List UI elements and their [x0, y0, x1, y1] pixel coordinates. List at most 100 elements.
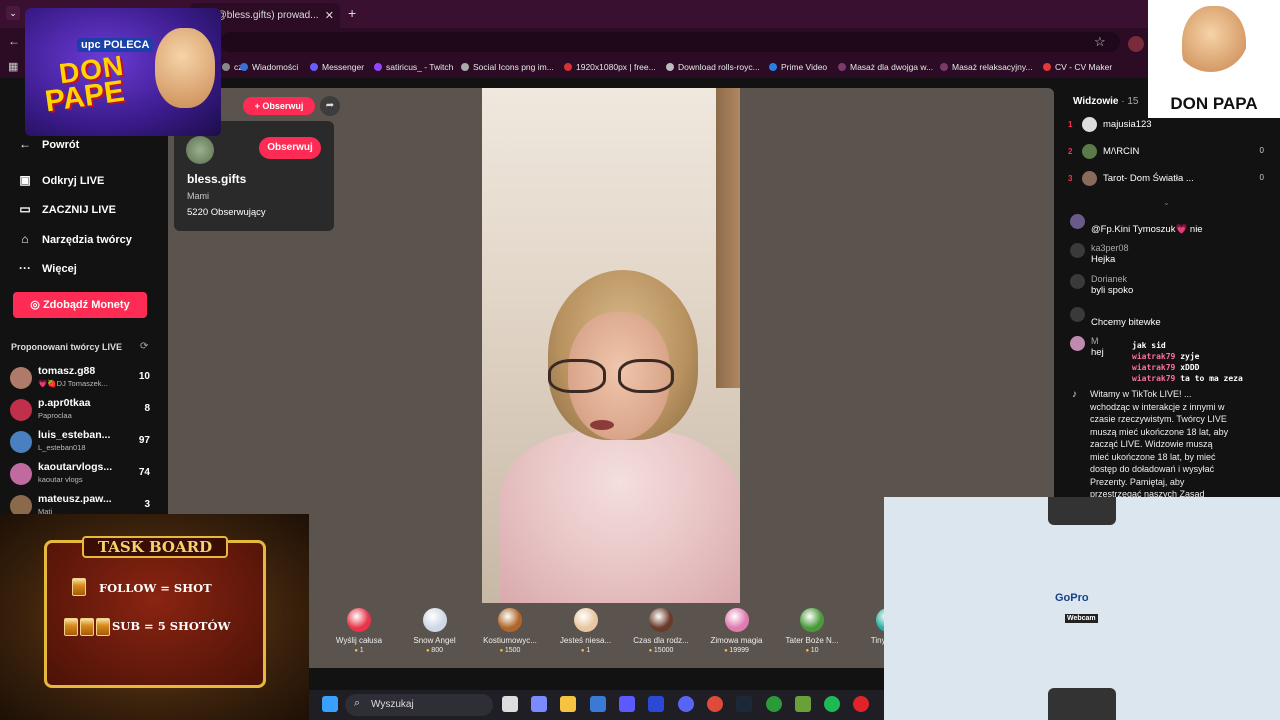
apps-grid-icon[interactable]: ▦	[8, 60, 18, 73]
tab-list-button[interactable]: ⌄	[6, 6, 20, 20]
copilot-icon[interactable]	[531, 696, 547, 712]
refresh-icon[interactable]: ⟳	[140, 341, 148, 352]
bookmark-favicon-icon	[769, 63, 777, 71]
avatar	[10, 463, 32, 485]
suggested-creator[interactable]: tomasz.g88 💗🍓DJ Tomaszek... 10	[8, 364, 158, 394]
spotify-icon[interactable]	[824, 696, 840, 712]
back-button[interactable]: ← Powrót	[16, 137, 79, 151]
bookmark-favicon-icon	[374, 63, 382, 71]
chat-text: byli spoko	[1091, 285, 1134, 296]
gift-icon	[422, 608, 447, 632]
creator-subtitle: kaoutar vlogs	[38, 475, 83, 484]
home-icon: ⌂	[21, 232, 29, 246]
gift-icon	[649, 608, 673, 632]
video-glasses-left	[548, 359, 606, 393]
sidebar-item-discover-live[interactable]: ▣ Odkryj LIVE	[16, 173, 104, 187]
coin-icon: ◎	[30, 299, 43, 311]
gift-name: Kostiumowyc...	[483, 636, 537, 645]
chat-message[interactable]: Chcemy bitewke	[1070, 307, 1270, 335]
overlay-chat-line: jak sid	[1132, 341, 1166, 350]
host-username[interactable]: bless.gifts	[187, 172, 246, 186]
viewers-header[interactable]: Widzowie · 15	[1073, 96, 1138, 107]
bookmark-item[interactable]: CV - CV Maker	[1043, 62, 1112, 72]
task-board-title: TASK BOARD	[82, 536, 228, 558]
bookmark-item[interactable]: Download rolls-royc...	[666, 62, 760, 72]
bookmark-item[interactable]: Messenger	[310, 62, 364, 72]
file-explorer-icon[interactable]	[560, 696, 576, 712]
shot-glass-icon	[72, 578, 86, 596]
profile-icon[interactable]	[1128, 36, 1144, 52]
gift-item[interactable]: Snow Angel 800	[399, 606, 471, 654]
gift-item[interactable]: Tater Boże N... 10	[776, 606, 848, 654]
chrome-icon[interactable]	[707, 696, 723, 712]
viewers-count: 15	[1127, 96, 1139, 107]
bookmark-item[interactable]: satiricus_ - Twitch	[374, 62, 453, 72]
gift-item[interactable]: Kostiumowyc... 1500	[474, 606, 546, 654]
back-arrow-icon[interactable]: ←	[8, 34, 20, 48]
sidebar-item-start-live[interactable]: ▭ ZACZNIJ LIVE	[16, 202, 116, 216]
opera-icon[interactable]	[853, 696, 869, 712]
steam-icon[interactable]	[736, 696, 752, 712]
viewer-count: 8	[144, 403, 150, 414]
viewer-score: 0	[1259, 173, 1264, 182]
avatar	[1082, 171, 1097, 186]
store-icon[interactable]	[590, 696, 606, 712]
sidebar-item-more[interactable]: ··· Więcej	[16, 261, 77, 275]
video-person-robe	[500, 430, 740, 603]
overlay-chat-line: wiatrak79 ta to ma zeza	[1132, 374, 1243, 383]
gift-item[interactable]: Zimowa magia 19999	[701, 606, 773, 654]
new-tab-button[interactable]: +	[348, 5, 356, 21]
task-item-follow: FOLLOW = SHOT	[99, 581, 212, 595]
share-icon[interactable]: ➦	[320, 96, 340, 116]
creator-name: kaoutarvlogs...	[38, 461, 113, 473]
address-bar[interactable]	[220, 32, 1120, 52]
suggested-creator[interactable]: luis_esteban... L_esteban018 97	[8, 428, 158, 458]
gift-item[interactable]: Czas dla rodz... 15000	[625, 606, 697, 654]
get-coins-button[interactable]: ◎ Zdobądź Monety	[13, 292, 147, 318]
bookmark-item[interactable]: Masaż dla dwojga w...	[838, 62, 933, 72]
sidebar-item-creator-tools[interactable]: ⌂ Narzędzia twórcy	[16, 232, 132, 246]
viewer-row[interactable]: 3 Tarot- Dom Światła ... 0	[1068, 171, 1268, 191]
gift-price: 1	[550, 647, 622, 654]
chat-message[interactable]: ka3per08 Hejka	[1070, 243, 1270, 271]
windows-icon[interactable]	[322, 696, 338, 712]
chat-message[interactable]: @Fp.Kini Tymoszuk💗 nie	[1070, 214, 1270, 242]
bookmark-item[interactable]: 1920x1080px | free...	[564, 62, 656, 72]
bookmark-item[interactable]: Wiadomości	[240, 62, 298, 72]
gift-item[interactable]: Jesteś niesa... 1	[550, 606, 622, 654]
chat-message[interactable]: Dorianek byli spoko	[1070, 274, 1270, 302]
video-glasses-right	[618, 359, 674, 393]
follow-button[interactable]: Obserwuj	[259, 137, 321, 159]
avatar	[1070, 336, 1085, 351]
xbox-icon[interactable]	[766, 696, 782, 712]
bookmark-star-icon[interactable]: ☆	[1094, 34, 1106, 50]
task-view-icon[interactable]	[502, 696, 518, 712]
gift-item[interactable]: Wyślij całusa 1	[323, 606, 395, 654]
gopro-logo: GoPro	[1055, 592, 1089, 604]
camera-device	[1048, 688, 1116, 720]
bookmark-item[interactable]: Masaż relaksacyjny...	[940, 62, 1033, 72]
follow-small-button[interactable]: + Obserwuj	[243, 97, 315, 115]
viewer-row[interactable]: 1 majusia123	[1068, 117, 1268, 137]
vpn-icon[interactable]	[619, 696, 635, 712]
creator-name: luis_esteban...	[38, 429, 111, 441]
shot-glass-icon	[64, 618, 78, 636]
discord-icon[interactable]	[678, 696, 694, 712]
search-icon: ⌕	[354, 697, 361, 709]
viewer-row[interactable]: 2 M/\RCIN 0	[1068, 144, 1268, 164]
suggested-creator[interactable]: kaoutarvlogs... kaoutar vlogs 74	[8, 460, 158, 490]
l-app-icon[interactable]	[648, 696, 664, 712]
host-avatar[interactable]	[186, 136, 214, 164]
avatar	[1070, 243, 1085, 258]
more-icon: ···	[19, 261, 31, 275]
brand-overlay: DON PAPA	[1148, 0, 1280, 118]
bookmark-item[interactable]: Social Icons png im...	[461, 62, 554, 72]
minecraft-icon[interactable]	[795, 696, 811, 712]
taskbar-search[interactable]: Wyszukaj	[345, 694, 493, 716]
close-tab-icon[interactable]: ✕	[325, 9, 334, 22]
logo-line-2: PAPE	[43, 74, 127, 119]
collapse-chevron-icon[interactable]: ⌄	[1163, 198, 1170, 207]
suggested-creator[interactable]: p.apr0tkaa Paproclaa 8	[8, 396, 158, 426]
gift-icon	[724, 608, 749, 632]
bookmark-item[interactable]: Prime Video	[769, 62, 827, 72]
